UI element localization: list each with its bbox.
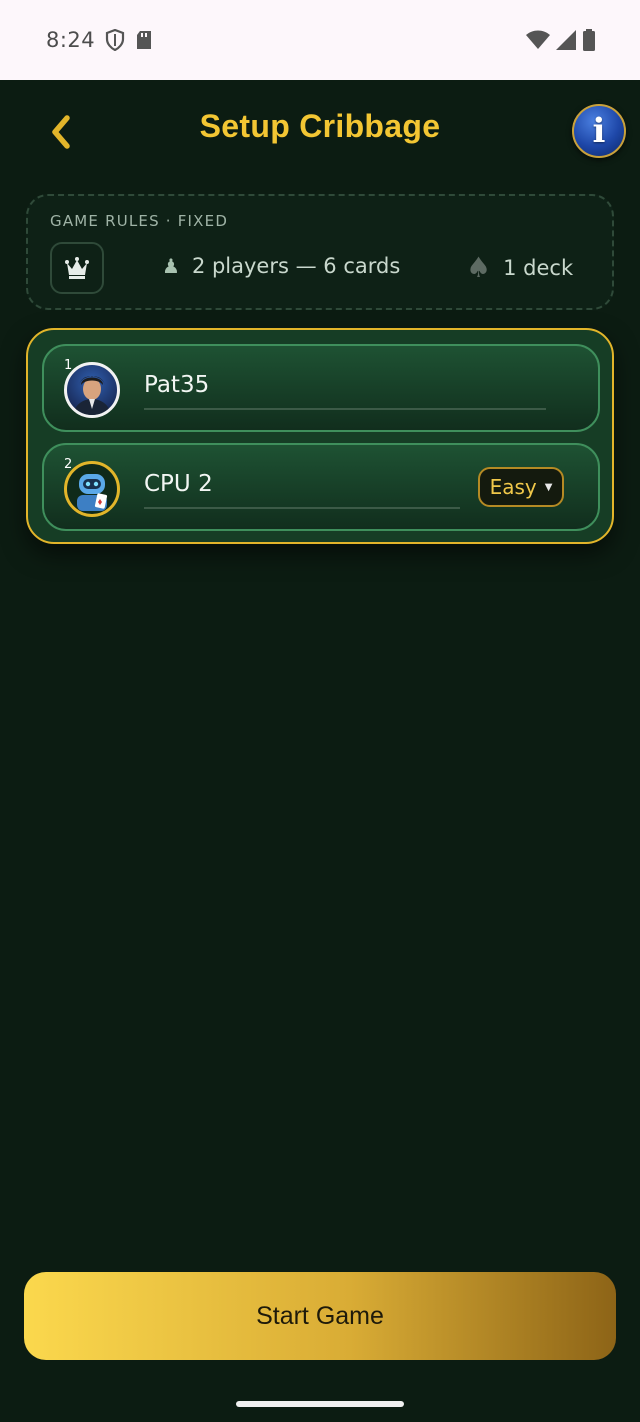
- status-bar: 8:24: [0, 0, 640, 80]
- name-underline: [144, 507, 460, 509]
- name-underline: [144, 408, 546, 410]
- player-name-input[interactable]: Pat35: [144, 372, 209, 398]
- rules-deck: ♠ 1 deck: [466, 254, 573, 282]
- home-indicator[interactable]: [236, 1401, 404, 1407]
- difficulty-dropdown[interactable]: Easy ▼: [478, 467, 564, 507]
- game-rules-card: GAME RULES · FIXED ♟ 2 players — 6 cards…: [26, 194, 614, 310]
- player-name-input[interactable]: CPU 2: [144, 471, 213, 497]
- app-header: Setup Cribbage i: [0, 80, 640, 184]
- spade-icon: ♠: [466, 251, 492, 284]
- page-title: Setup Cribbage: [199, 108, 441, 144]
- info-icon: i: [592, 111, 606, 151]
- pawn-icon: ♟: [162, 254, 180, 278]
- deck-count-text: 1 deck: [503, 256, 574, 280]
- difficulty-value: Easy: [489, 475, 537, 499]
- robot-avatar: [64, 461, 120, 517]
- wifi-icon: [526, 30, 550, 50]
- sd-card-icon: [135, 30, 153, 50]
- player-row[interactable]: 2 CPU 2 Easy ▼: [42, 443, 600, 531]
- status-time: 8:24: [46, 28, 96, 52]
- players-panel: 1 Pat35 2 CPU 2 Easy ▼: [26, 328, 614, 544]
- user-avatar: [64, 362, 120, 418]
- rules-players: ♟ 2 players — 6 cards: [162, 254, 400, 278]
- battery-icon: [582, 29, 596, 51]
- start-game-button[interactable]: Start Game: [24, 1272, 616, 1360]
- signal-icon: [556, 30, 576, 50]
- crown-icon: [50, 242, 104, 294]
- seat-number: 2: [64, 457, 73, 472]
- players-cards-text: 2 players — 6 cards: [191, 254, 401, 278]
- caret-down-icon: ▼: [544, 481, 553, 493]
- game-rules-label: GAME RULES · FIXED: [50, 212, 229, 230]
- player-row[interactable]: 1 Pat35: [42, 344, 600, 432]
- shield-icon: [105, 29, 125, 51]
- seat-number: 1: [64, 358, 73, 373]
- info-button[interactable]: i: [572, 104, 626, 158]
